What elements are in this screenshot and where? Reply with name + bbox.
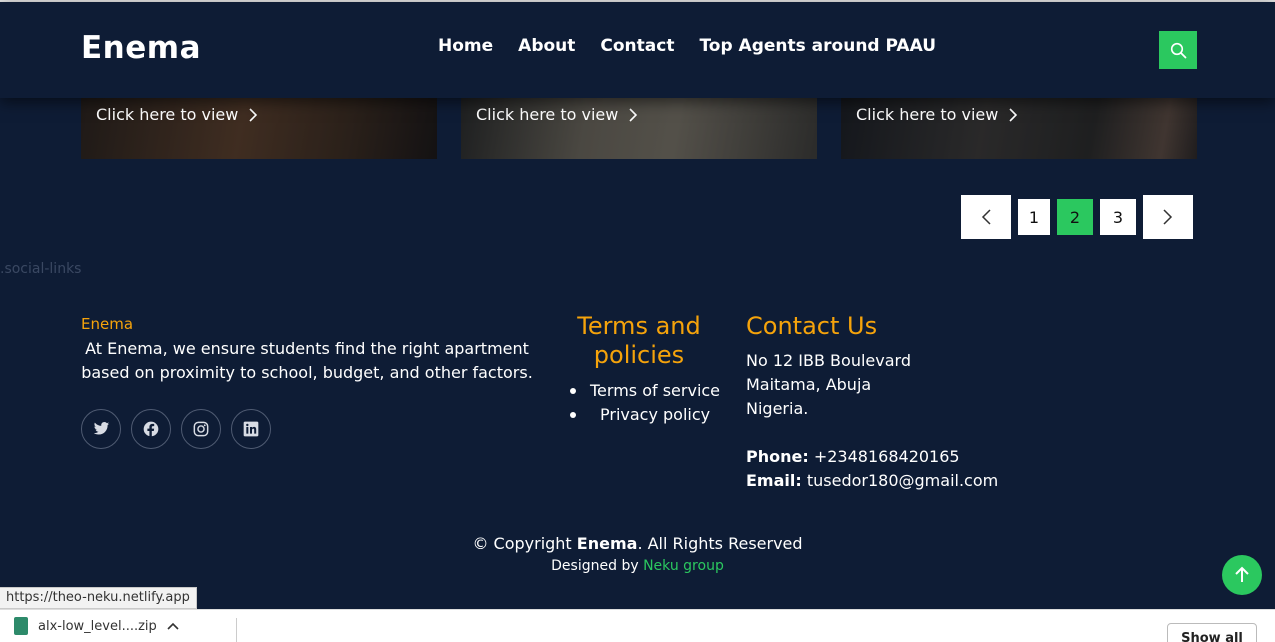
listing-card[interactable]: Click here to view: [461, 98, 817, 159]
instagram-link[interactable]: [181, 409, 221, 449]
nav-contact[interactable]: Contact: [600, 36, 674, 56]
arrow-up-icon: [1235, 566, 1249, 582]
facebook-link[interactable]: [131, 409, 171, 449]
card-view-link[interactable]: Click here to view: [856, 105, 1018, 124]
designer-link[interactable]: Neku group: [643, 558, 724, 574]
divider: [236, 618, 237, 642]
nav-top-agents[interactable]: Top Agents around PAAU: [699, 36, 936, 56]
pagination-page-3[interactable]: 3: [1100, 199, 1136, 235]
designed-by-label: Designed by: [551, 558, 644, 574]
listing-card[interactable]: Click here to view: [841, 98, 1197, 159]
copyright: © Copyright Enema. All Rights Reserved: [0, 534, 1275, 553]
search-icon: [1170, 42, 1186, 58]
copyright-prefix: © Copyright: [472, 534, 577, 553]
listing-card[interactable]: Click here to view: [81, 98, 437, 159]
back-to-top-button[interactable]: [1222, 555, 1262, 595]
footer-brand-title: Enema: [81, 315, 134, 333]
phone-label: Phone:: [746, 447, 809, 466]
main-nav: Home About Contact Top Agents around PAA…: [438, 36, 936, 56]
chevron-up-icon[interactable]: [167, 622, 179, 630]
search-button[interactable]: [1159, 31, 1197, 69]
phone-line: Phone: +2348168420165: [746, 445, 998, 469]
nav-home[interactable]: Home: [438, 36, 493, 56]
unstyled-placeholder-text: .social-links: [0, 261, 82, 277]
download-filename: alx-low_level....zip: [38, 618, 157, 634]
card-view-link[interactable]: Click here to view: [96, 105, 258, 124]
terms-heading: Terms and policies: [577, 312, 701, 369]
privacy-policy-link[interactable]: Privacy policy: [600, 403, 710, 427]
pagination-next-button[interactable]: [1143, 195, 1193, 239]
show-all-button[interactable]: Show all: [1167, 623, 1257, 642]
chevron-right-icon: [1009, 107, 1018, 122]
chevron-right-icon: [1163, 209, 1173, 225]
twitter-link[interactable]: [81, 409, 121, 449]
terms-item: Terms of service: [570, 379, 720, 403]
footer-about-text: At Enema, we ensure students find the ri…: [81, 339, 533, 382]
email-label: Email:: [746, 471, 802, 490]
facebook-icon: [143, 421, 159, 437]
pagination-page-1[interactable]: 1: [1018, 199, 1050, 235]
card-view-link[interactable]: Click here to view: [476, 105, 638, 124]
email-address: tusedor180@gmail.com: [806, 471, 999, 490]
browser-status-url: https://theo-neku.netlify.app: [0, 587, 197, 609]
designed-by: Designed by Neku group: [0, 558, 1275, 574]
contact-details: No 12 IBB Boulevard Maitama, Abuja Niger…: [746, 349, 998, 493]
pagination-prev-button[interactable]: [961, 195, 1011, 239]
address-line: Nigeria.: [746, 399, 809, 418]
downloads-bar: alx-low_level....zip Show all: [0, 609, 1275, 642]
nav-about[interactable]: About: [518, 36, 575, 56]
address-line: Maitama, Abuja: [746, 375, 872, 394]
email-line: Email: tusedor180@gmail.com: [746, 469, 998, 493]
copyright-brand: Enema: [576, 534, 638, 553]
site-logo[interactable]: Enema: [81, 30, 201, 66]
pagination-page-2-active[interactable]: 2: [1057, 199, 1093, 235]
phone-number: +2348168420165: [813, 447, 960, 466]
linkedin-icon: [243, 421, 259, 437]
bullet-icon: [570, 388, 576, 394]
site-header: Enema Home About Contact Top Agents arou…: [0, 2, 1275, 98]
terms-of-service-link[interactable]: Terms of service: [590, 379, 720, 403]
card-view-label: Click here to view: [476, 105, 619, 124]
instagram-icon: [193, 421, 209, 437]
linkedin-link[interactable]: [231, 409, 271, 449]
chevron-left-icon: [981, 209, 991, 225]
zip-file-icon: [14, 617, 28, 635]
terms-list: Terms of service Privacy policy: [570, 379, 720, 427]
copyright-suffix: . All Rights Reserved: [637, 534, 803, 553]
terms-item: Privacy policy: [570, 403, 720, 427]
card-view-label: Click here to view: [856, 105, 999, 124]
bullet-icon: [570, 412, 576, 418]
chevron-right-icon: [629, 107, 638, 122]
address-line: No 12 IBB Boulevard: [746, 351, 911, 370]
contact-heading: Contact Us: [746, 312, 878, 340]
twitter-icon: [93, 422, 109, 435]
chevron-right-icon: [249, 107, 258, 122]
download-item[interactable]: alx-low_level....zip: [14, 617, 179, 635]
social-links: [81, 409, 271, 449]
card-view-label: Click here to view: [96, 105, 239, 124]
